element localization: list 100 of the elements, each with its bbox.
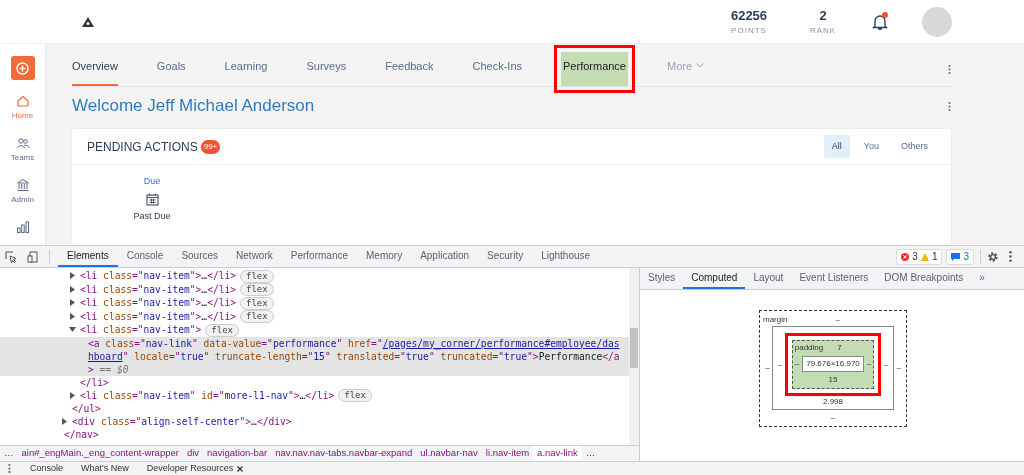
nav-tab[interactable]: Overview (72, 57, 118, 86)
devtools-tab[interactable]: Console (117, 246, 173, 267)
nav-tab[interactable]: Performance (561, 51, 628, 86)
code-line[interactable]: <div class="align-self-center">…</div> (0, 415, 629, 428)
collapse-triangle-icon[interactable] (69, 391, 76, 399)
panel-tab[interactable]: Computed (683, 268, 746, 289)
collapse-triangle-icon[interactable] (61, 418, 68, 425)
sidebar-item[interactable]: Admin (11, 178, 34, 206)
box-value: 2.998 (822, 396, 843, 408)
panel-tab[interactable]: Event Listeners (791, 268, 877, 289)
devtools-tab[interactable]: Security (478, 246, 533, 267)
breadcrumb-item[interactable]: … (581, 446, 600, 461)
content-size: 79.676×16.970 (802, 356, 864, 372)
people-icon (15, 136, 30, 150)
code-line[interactable]: <li class="nav-item">…</li> flex (0, 269, 629, 283)
panel-tab[interactable]: Layout (745, 268, 792, 289)
drawer-tab[interactable]: Console (21, 461, 73, 475)
expand-triangle-icon[interactable] (69, 326, 76, 333)
drawer-tab[interactable]: Developer Resources (137, 461, 253, 475)
bar-chart-icon (15, 220, 30, 234)
box-value: 7 (837, 342, 842, 354)
flex-badge[interactable]: flex (240, 269, 274, 283)
kebab-menu-icon[interactable] (948, 101, 951, 111)
welcome-heading: Welcome Jeff Michael Anderson (72, 95, 316, 118)
breadcrumb-item[interactable]: ain#_engMain._eng_content-wrapper (17, 446, 183, 461)
messages-counter[interactable]: 3 (946, 248, 974, 265)
box-label: padding (794, 342, 824, 354)
logo-icon[interactable] (82, 16, 94, 27)
code-line[interactable]: </li> (0, 375, 629, 389)
home-icon (15, 94, 30, 108)
column-heading: Due (143, 175, 161, 188)
breadcrumb-item[interactable]: nav.nav.nav-tabs.navbar-expand (271, 446, 417, 461)
flex-badge[interactable]: flex (240, 296, 274, 310)
issues-counter[interactable]: 3 1 (896, 248, 943, 265)
inspect-cursor-icon[interactable] (5, 250, 17, 263)
nav-tab[interactable]: Feedback (385, 57, 434, 86)
kebab-menu-icon[interactable] (8, 464, 11, 473)
box-value: – (883, 358, 890, 371)
flex-badge[interactable]: flex (240, 283, 274, 296)
points-label: POINTS (731, 25, 767, 38)
box-label: margin (763, 314, 788, 326)
device-toggle-icon[interactable] (27, 250, 39, 263)
box-value: – (776, 358, 783, 371)
breadcrumb-item[interactable]: li.nav-item (481, 446, 534, 461)
filter-button[interactable]: Others (893, 134, 936, 159)
kebab-menu-icon[interactable] (948, 65, 951, 74)
settings-icon[interactable] (987, 250, 999, 263)
sidebar-item[interactable]: Teams (10, 136, 35, 164)
devtools-tab[interactable]: Sources (172, 246, 228, 267)
box-value: – (764, 362, 771, 374)
calendar-icon (145, 192, 159, 206)
nav-tab[interactable]: Check-Ins (472, 57, 522, 86)
bell-icon[interactable] (871, 12, 889, 31)
warning-icon (920, 252, 929, 261)
box-value: 15 (828, 374, 838, 386)
breadcrumb-item[interactable]: … (0, 446, 18, 461)
rank-value: 2 (819, 6, 827, 25)
code-line[interactable]: <li class="nav-item">…</li> flex (0, 282, 629, 296)
nav-tab[interactable]: Goals (156, 57, 186, 86)
panel-tab[interactable]: DOM Breakpoints (876, 268, 972, 289)
nav-tab[interactable]: Learning (224, 57, 268, 86)
box-value: – (895, 362, 902, 374)
filter-button[interactable]: All (823, 134, 850, 159)
code-line[interactable]: </ul> (0, 402, 629, 415)
box-value: – (830, 412, 836, 424)
bank-icon (15, 178, 30, 192)
plus-circle-icon (16, 61, 29, 75)
code-line[interactable]: <li class="nav-item">…</li> flex (0, 309, 629, 323)
breadcrumb-item[interactable]: navigation-bar (203, 446, 272, 461)
panel-tab[interactable]: » (971, 268, 993, 289)
box-value: – (794, 358, 800, 370)
code-line[interactable]: <li class="nav-item"> flex (0, 323, 629, 337)
status-label: Past Due (133, 209, 171, 223)
add-button[interactable] (10, 56, 35, 80)
breadcrumb-item[interactable]: div (182, 446, 204, 461)
flex-badge[interactable]: flex (240, 310, 274, 323)
message-icon (951, 252, 961, 261)
flex-badge[interactable]: flex (205, 323, 240, 337)
breadcrumb-item[interactable]: a.nav-link (533, 446, 582, 461)
code-line[interactable]: <li class="nav-item" id="more-l1-nav">…</li> flex (0, 388, 629, 402)
devtools-tab[interactable]: Performance (281, 246, 357, 267)
panel-tab[interactable]: Styles (640, 268, 684, 289)
devtools-tab[interactable]: Network (227, 246, 282, 267)
card-title: PENDING ACTIONS (87, 138, 198, 156)
filter-button[interactable]: You (855, 134, 887, 159)
drawer-tab[interactable]: What's New (72, 461, 138, 475)
scrollbar[interactable] (629, 268, 639, 445)
devtools-tab[interactable]: Lighthouse (532, 246, 600, 267)
nav-tab[interactable]: Surveys (306, 57, 347, 86)
code-line[interactable]: </nav> (0, 428, 629, 441)
devtools-tab[interactable]: Application (411, 246, 479, 267)
devtools-tab[interactable]: Memory (357, 246, 412, 267)
sidebar-item[interactable] (15, 220, 30, 234)
close-icon[interactable] (237, 465, 244, 472)
kebab-menu-icon[interactable] (1009, 251, 1012, 262)
code-line[interactable]: <li class="nav-item">…</li> flex (0, 296, 629, 310)
flex-badge[interactable]: flex (338, 389, 372, 402)
box-value: – (866, 358, 872, 370)
devtools-tab[interactable]: Elements (58, 246, 118, 267)
breadcrumb-item[interactable]: ul.navbar-nav (416, 446, 482, 461)
